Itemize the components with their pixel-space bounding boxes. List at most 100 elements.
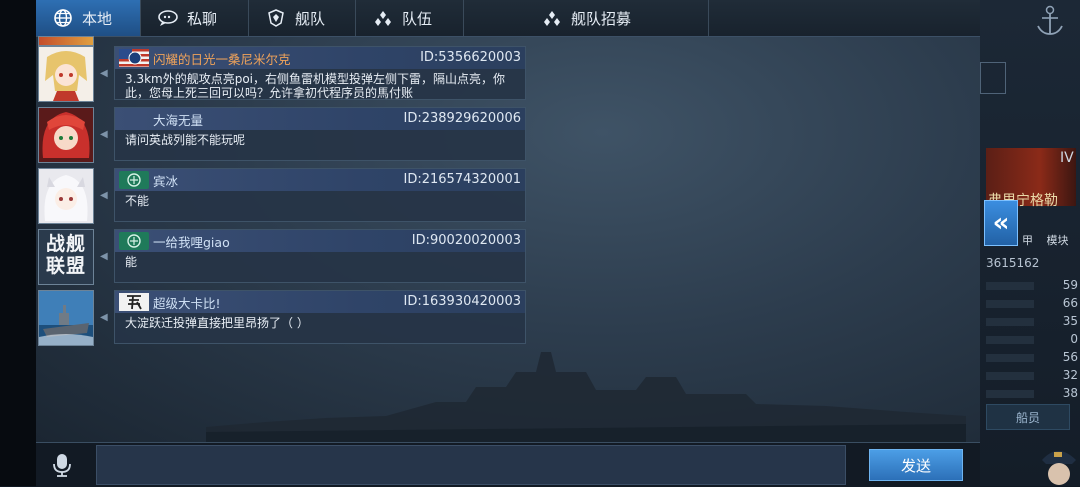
sender-name[interactable]: 宾冰 — [153, 171, 178, 190]
ship-level: IV — [1060, 150, 1074, 166]
avatar[interactable]: 战舰联盟 — [38, 229, 94, 285]
stat-value: 38 — [1062, 386, 1078, 400]
tab-team[interactable]: 队伍 — [356, 0, 464, 36]
stat-row: 32 — [980, 368, 1080, 382]
sender-name[interactable]: 一给我哩giao — [153, 232, 230, 251]
tab-bar-spacer — [709, 0, 980, 36]
game-logo-avatar: 战舰联盟 — [46, 233, 87, 277]
stat-bar — [986, 318, 1034, 326]
message-header: 闪耀的日光一桑尼米尔克 ID:5356620003 — [115, 47, 525, 69]
double-chevron-left-icon: « — [992, 208, 1010, 238]
module-label: 模块 — [1046, 234, 1069, 247]
team-dots-icon — [372, 7, 394, 29]
chat-message: ◀ 大海无量 ID:238929620006 请问英战列能不能玩呢 — [38, 107, 528, 163]
sender-id: ID:216574320001 — [403, 172, 521, 187]
pointer-arrow-icon: ◀ — [100, 129, 108, 140]
microphone-icon[interactable] — [48, 451, 76, 479]
stat-row: 59 — [980, 278, 1080, 292]
globe-icon — [52, 7, 74, 29]
message-bubble[interactable]: 超级大卡比! ID:163930420003 大淀跃迁投弹直接把里昂扬了（ ） — [114, 290, 526, 344]
stat-value: 32 — [1062, 368, 1078, 382]
empty-badge — [119, 110, 149, 128]
message-text: 请问英战列能不能玩呢 — [125, 133, 246, 147]
message-text: 不能 — [125, 194, 150, 208]
tab-local[interactable]: 本地 — [36, 0, 141, 36]
tab-private-label: 私聊 — [187, 9, 218, 28]
message-text: 大淀跃迁投弹直接把里昂扬了（ ） — [125, 316, 309, 330]
tab-private-chat[interactable]: 私聊 — [141, 0, 249, 36]
panel-id-number: 3615162 — [986, 256, 1040, 270]
panel-labels: 甲 模块 — [1022, 232, 1069, 248]
tab-fleet-recruit[interactable]: 舰队招募 — [464, 0, 709, 36]
stat-bar — [986, 390, 1034, 398]
message-header: 大海无量 ID:238929620006 — [115, 108, 525, 130]
tab-fleet[interactable]: 舰队 — [249, 0, 356, 36]
sender-name[interactable]: 大海无量 — [153, 110, 203, 129]
tab-local-label: 本地 — [82, 9, 113, 28]
stat-bar — [986, 354, 1034, 362]
sender-id: ID:238929620006 — [403, 111, 521, 126]
right-side-panel: IV 弗里宁格勒 « 甲 模块 3615162 59 66 35 0 56 32… — [980, 0, 1080, 486]
stat-bar — [986, 372, 1034, 380]
chat-message: ◀ 超级大卡比! ID:163930420003 大淀跃迁投弹直接把里昂扬了（ … — [38, 290, 528, 346]
stat-row: 35 — [980, 314, 1080, 328]
anchor-icon[interactable] — [1030, 4, 1070, 42]
sender-name[interactable]: 闪耀的日光一桑尼米尔克 — [153, 49, 291, 68]
stat-value: 59 — [1062, 278, 1078, 292]
message-bubble[interactable]: 大海无量 ID:238929620006 请问英战列能不能玩呢 — [114, 107, 526, 161]
chat-tab-bar: 本地 私聊 舰队 队伍 舰队招募 — [36, 0, 980, 37]
left-edge-strip — [0, 0, 36, 486]
chat-bubble-icon — [157, 7, 179, 29]
stat-value: 66 — [1062, 296, 1078, 310]
sender-name[interactable]: 超级大卡比! — [153, 293, 221, 312]
stat-row: 66 — [980, 296, 1080, 310]
avatar[interactable] — [38, 46, 94, 102]
stat-bar — [986, 336, 1034, 344]
chat-input[interactable] — [96, 445, 846, 485]
message-bubble[interactable]: 一给我哩giao ID:90020020003 能 — [114, 229, 526, 283]
calligraphy-badge-icon — [119, 293, 149, 311]
chat-input-bar: 发送 — [36, 442, 980, 487]
chat-message: 战舰联盟 ◀ 一给我哩giao ID:90020020003 能 — [38, 229, 528, 285]
warship-silhouette — [206, 352, 966, 442]
avatar[interactable] — [38, 107, 94, 163]
stat-bar — [986, 300, 1034, 308]
sender-id: ID:163930420003 — [403, 294, 521, 309]
pointer-arrow-icon: ◀ — [100, 312, 108, 323]
pointer-arrow-icon: ◀ — [100, 190, 108, 201]
sender-id: ID:5356620003 — [420, 50, 521, 65]
crew-button[interactable]: 船员 — [986, 404, 1070, 430]
stat-value: 35 — [1062, 314, 1078, 328]
message-bubble[interactable]: 闪耀的日光一桑尼米尔克 ID:5356620003 3.3km外的舰攻点亮poi… — [114, 46, 526, 100]
tab-team-label: 队伍 — [402, 9, 433, 28]
stat-value: 0 — [1070, 332, 1078, 346]
chat-message: ◀ 宾冰 ID:216574320001 不能 — [38, 168, 528, 224]
tab-fleet-label: 舰队 — [295, 9, 326, 28]
message-header: 宾冰 ID:216574320001 — [115, 169, 525, 191]
message-bubble[interactable]: 宾冰 ID:216574320001 不能 — [114, 168, 526, 222]
green-emblem-badge-icon — [119, 171, 149, 189]
avatar[interactable] — [38, 168, 94, 224]
pointer-arrow-icon: ◀ — [100, 251, 108, 262]
armor-label: 甲 — [1022, 234, 1033, 247]
message-text: 3.3km外的舰攻点亮poi，右侧鱼雷机模型投弹左侧下雷，隔山点亮，你此，您母上… — [125, 72, 506, 100]
pointer-arrow-icon: ◀ — [100, 68, 108, 79]
message-header: 一给我哩giao ID:90020020003 — [115, 230, 525, 252]
send-button[interactable]: 发送 — [869, 449, 963, 481]
avatar-partial[interactable] — [38, 36, 94, 46]
stat-row: 38 — [980, 386, 1080, 400]
stat-value: 56 — [1062, 350, 1078, 364]
sender-id: ID:90020020003 — [411, 233, 521, 248]
captain-portrait[interactable] — [1036, 440, 1080, 486]
green-emblem-badge-icon — [119, 232, 149, 250]
tab-recruit-label: 舰队招募 — [570, 9, 631, 28]
avatar[interactable] — [38, 290, 94, 346]
stat-row: 0 — [980, 332, 1080, 346]
message-text: 能 — [125, 255, 138, 269]
chat-message: ◀ 闪耀的日光一桑尼米尔克 ID:5356620003 3.3km外的舰攻点亮p… — [38, 46, 528, 102]
message-header: 超级大卡比! ID:163930420003 — [115, 291, 525, 313]
collapse-panel-button[interactable]: « — [984, 200, 1018, 246]
panel-frame-decoration — [980, 62, 1006, 94]
us-flag-badge-icon — [119, 49, 149, 67]
fleet-shield-icon — [265, 7, 287, 29]
